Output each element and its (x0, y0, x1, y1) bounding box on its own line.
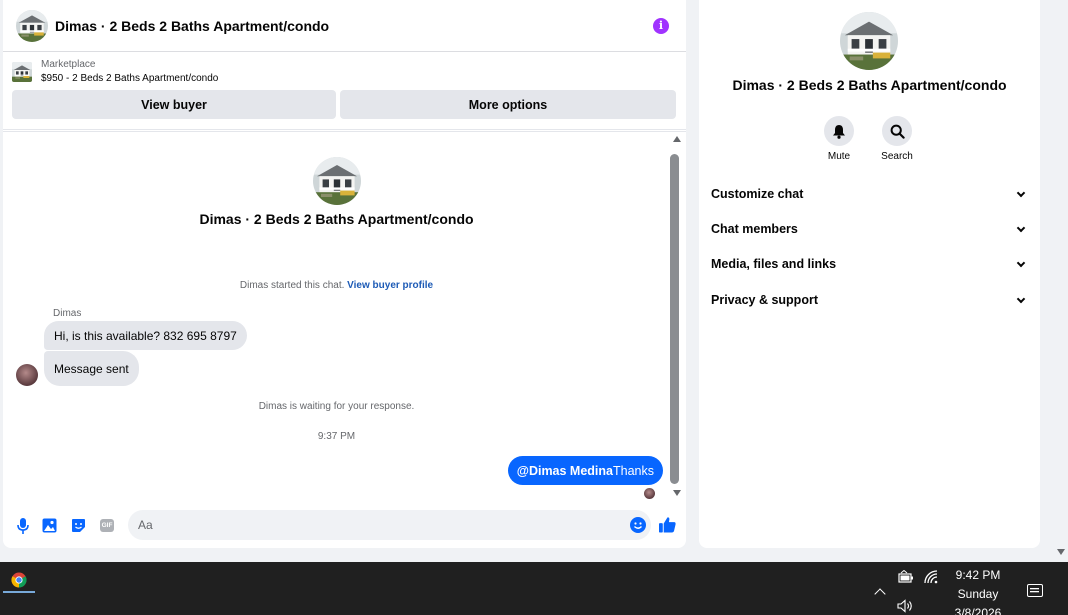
image-icon[interactable] (41, 517, 58, 534)
chat-details-pane: Dimas · 2 Beds 2 Baths Apartment/condo M… (699, 0, 1040, 548)
message-thread[interactable]: Dimas · 2 Beds 2 Baths Apartment/condo D… (3, 131, 686, 501)
details-avatar[interactable] (840, 12, 898, 70)
view-buyer-button[interactable]: View buyer (12, 90, 336, 119)
section-label: Privacy & support (711, 293, 818, 307)
page-scroll-down-arrow[interactable] (1057, 549, 1065, 555)
chevron-down-icon (1016, 223, 1026, 232)
section-label: Chat members (711, 222, 798, 236)
system-clock[interactable]: 9:42 PM Sunday 3/8/2026 (948, 566, 1008, 615)
wifi-icon[interactable] (924, 570, 938, 589)
notification-center-icon[interactable] (1027, 584, 1043, 597)
search-label: Search (881, 151, 913, 162)
search-icon (882, 116, 912, 146)
marketplace-label: Marketplace (41, 59, 96, 70)
section-label: Media, files and links (711, 257, 837, 271)
speaker-icon[interactable] (897, 599, 914, 615)
message-timestamp: 9:37 PM (317, 431, 356, 442)
mute-label: Mute (827, 151, 851, 162)
chat-started-notice: Dimas started this chat. View buyer prof… (3, 280, 670, 291)
section-chat-members[interactable]: Chat members (711, 219, 1027, 239)
seen-indicator-avatar (644, 488, 655, 499)
incoming-message[interactable]: Hi, is this available? 832 695 8797 (44, 321, 247, 350)
sticker-icon[interactable] (70, 517, 87, 534)
clock-day: Sunday (957, 587, 999, 601)
clock-date: 3/8/2026 (954, 606, 1002, 615)
incoming-message[interactable]: Message sent (44, 351, 139, 386)
info-icon[interactable]: i (653, 17, 669, 34)
more-options-button[interactable]: More options (340, 90, 676, 119)
chrome-taskbar-icon[interactable] (3, 568, 35, 593)
section-media-files-links[interactable]: Media, files and links (711, 254, 1027, 274)
message-input[interactable]: Aa (128, 510, 651, 540)
chevron-down-icon (1016, 294, 1026, 303)
mention[interactable]: @Dimas Medina (517, 464, 613, 478)
message-input-placeholder: Aa (138, 518, 153, 532)
thread-title: Dimas · 2 Beds 2 Baths Apartment/condo (199, 211, 474, 227)
taskbar: 9:42 PM Sunday 3/8/2026 (0, 562, 1068, 615)
details-title: Dimas · 2 Beds 2 Baths Apartment/condo (732, 77, 1007, 93)
view-buyer-profile-link[interactable]: View buyer profile (347, 280, 433, 291)
chat-pane: Dimas · 2 Beds 2 Baths Apartment/condo i… (3, 0, 686, 548)
sender-avatar[interactable] (16, 364, 38, 386)
section-privacy-support[interactable]: Privacy & support (711, 290, 1027, 310)
chat-avatar[interactable] (16, 10, 48, 42)
thread-avatar (313, 157, 361, 205)
microphone-icon[interactable] (14, 517, 31, 534)
scrollbar[interactable] (670, 154, 679, 484)
scroll-down-arrow[interactable] (673, 490, 681, 496)
emoji-icon[interactable] (630, 517, 646, 533)
sender-name: Dimas (53, 308, 82, 319)
section-customize-chat[interactable]: Customize chat (711, 184, 1027, 204)
listing-thumbnail[interactable] (12, 62, 32, 82)
search-button[interactable]: Search (867, 116, 927, 162)
chat-started-text: Dimas started this chat. (239, 280, 348, 291)
marketplace-banner: Marketplace $950 - 2 Beds 2 Baths Apartm… (3, 52, 686, 130)
chat-header-title[interactable]: Dimas · 2 Beds 2 Baths Apartment/condo (55, 18, 653, 34)
gif-icon[interactable]: GIF (100, 519, 114, 532)
outgoing-message[interactable]: @Dimas Medina Thanks (507, 456, 663, 485)
chevron-down-icon (1016, 188, 1026, 197)
waiting-notice: Dimas is waiting for your response. (258, 401, 415, 412)
show-hidden-icons-chevron-icon[interactable] (874, 588, 886, 600)
thumbs-up-icon[interactable] (659, 516, 676, 533)
chat-header: Dimas · 2 Beds 2 Baths Apartment/condo i (3, 0, 686, 52)
mute-button[interactable]: Mute (809, 116, 869, 162)
chevron-down-icon (1016, 258, 1026, 267)
clock-time: 9:42 PM (955, 568, 1001, 582)
composer: GIF Aa (3, 510, 686, 540)
outgoing-message-text: Thanks (613, 463, 654, 478)
battery-icon[interactable] (898, 569, 914, 589)
listing-title[interactable]: $950 - 2 Beds 2 Baths Apartment/condo (41, 72, 218, 86)
section-label: Customize chat (711, 187, 804, 201)
scroll-up-arrow[interactable] (673, 136, 681, 142)
bell-icon (824, 116, 854, 146)
